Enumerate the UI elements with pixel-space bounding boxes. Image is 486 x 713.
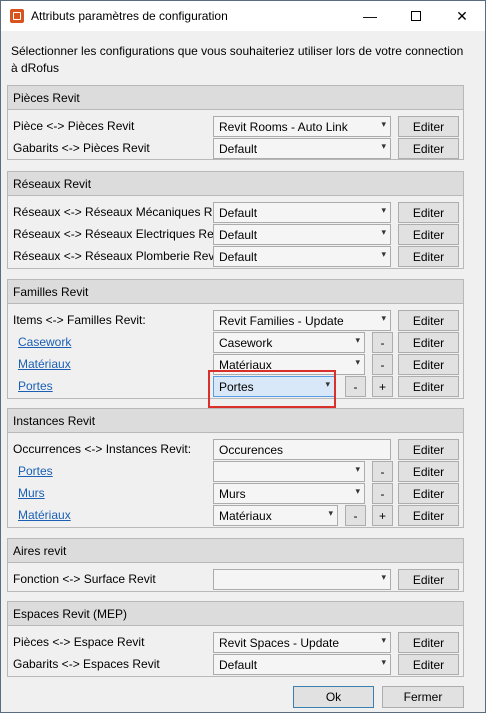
app-icon bbox=[10, 9, 24, 23]
group-title: Familles Revit bbox=[8, 280, 463, 304]
link-portes[interactable]: Portes bbox=[18, 379, 53, 393]
row-label: Gabarits <-> Espaces Revit bbox=[13, 657, 160, 671]
row-label: Pièce <-> Pièces Revit bbox=[13, 119, 135, 133]
config-select[interactable]: ▾ bbox=[213, 569, 391, 590]
chevron-down-icon: ▾ bbox=[381, 205, 386, 215]
edit-button[interactable]: Editer bbox=[398, 569, 459, 590]
row-label: Réseaux <-> Réseaux Mécaniques Revit bbox=[13, 205, 232, 219]
config-select[interactable]: Default ▾ bbox=[213, 202, 391, 223]
highlight-annotation bbox=[208, 370, 336, 408]
config-select[interactable]: Revit Spaces - Update ▾ bbox=[213, 632, 391, 653]
chevron-down-icon: ▾ bbox=[355, 335, 360, 345]
edit-button[interactable]: Editer bbox=[398, 246, 459, 267]
config-select[interactable]: Matériaux ▾ bbox=[213, 505, 338, 526]
chevron-down-icon: ▾ bbox=[381, 227, 386, 237]
chevron-down-icon: ▾ bbox=[381, 119, 386, 129]
edit-button[interactable]: Editer bbox=[398, 332, 459, 353]
group-aires-revit: Aires revit Fonction <-> Surface Revit ▾… bbox=[7, 538, 464, 592]
link-casework[interactable]: Casework bbox=[18, 335, 71, 349]
edit-button[interactable]: Editer bbox=[398, 632, 459, 653]
row-label: Fonction <-> Surface Revit bbox=[13, 572, 156, 586]
config-select[interactable]: Revit Rooms - Auto Link ▾ bbox=[213, 116, 391, 137]
config-select[interactable]: Occurences bbox=[213, 439, 391, 460]
group-title: Espaces Revit (MEP) bbox=[8, 602, 463, 626]
config-select[interactable]: Default ▾ bbox=[213, 138, 391, 159]
maximize-button[interactable] bbox=[393, 1, 439, 31]
close-dialog-button[interactable]: Fermer bbox=[382, 686, 464, 708]
group-reseaux-revit: Réseaux Revit Réseaux <-> Réseaux Mécani… bbox=[7, 171, 464, 269]
minimize-button[interactable]: — bbox=[347, 1, 393, 31]
edit-button[interactable]: Editer bbox=[398, 224, 459, 245]
chevron-down-icon: ▾ bbox=[355, 486, 360, 496]
row-label: Items <-> Familles Revit: bbox=[13, 313, 146, 327]
chevron-down-icon: ▾ bbox=[381, 657, 386, 667]
edit-button[interactable]: Editer bbox=[398, 202, 459, 223]
window-title: Attributs paramètres de configuration bbox=[31, 9, 228, 23]
config-select[interactable]: Default ▾ bbox=[213, 224, 391, 245]
config-select[interactable]: Revit Families - Update ▾ bbox=[213, 310, 391, 331]
chevron-down-icon: ▾ bbox=[355, 464, 360, 474]
close-button[interactable]: ✕ bbox=[439, 1, 485, 31]
add-button[interactable]: + bbox=[372, 505, 393, 526]
row-label: Réseaux <-> Réseaux Plomberie Revit bbox=[13, 249, 221, 263]
dialog-window: Attributs paramètres de configuration — … bbox=[0, 0, 486, 713]
edit-button[interactable]: Editer bbox=[398, 439, 459, 460]
intro-text: Sélectionner les configurations que vous… bbox=[11, 44, 464, 75]
group-pieces-revit: Pièces Revit Pièce <-> Pièces Revit Revi… bbox=[7, 85, 464, 160]
chevron-down-icon: ▾ bbox=[381, 249, 386, 259]
config-select[interactable]: ▾ bbox=[213, 461, 365, 482]
link-portes[interactable]: Portes bbox=[18, 464, 53, 478]
edit-button[interactable]: Editer bbox=[398, 138, 459, 159]
edit-button[interactable]: Editer bbox=[398, 116, 459, 137]
edit-button[interactable]: Editer bbox=[398, 376, 459, 397]
group-title: Aires revit bbox=[8, 539, 463, 563]
chevron-down-icon: ▾ bbox=[381, 141, 386, 151]
link-materiaux[interactable]: Matériaux bbox=[18, 508, 71, 522]
group-instances-revit: Instances Revit Occurrences <-> Instance… bbox=[7, 408, 464, 528]
title-bar: Attributs paramètres de configuration — … bbox=[1, 1, 485, 31]
maximize-icon bbox=[411, 11, 421, 21]
link-murs[interactable]: Murs bbox=[18, 486, 45, 500]
remove-button[interactable]: - bbox=[372, 461, 393, 482]
group-espaces-revit: Espaces Revit (MEP) Pièces <-> Espace Re… bbox=[7, 601, 464, 677]
edit-button[interactable]: Editer bbox=[398, 310, 459, 331]
remove-button[interactable]: - bbox=[372, 332, 393, 353]
row-label: Gabarits <-> Pièces Revit bbox=[13, 141, 150, 155]
link-materiaux[interactable]: Matériaux bbox=[18, 357, 71, 371]
edit-button[interactable]: Editer bbox=[398, 654, 459, 675]
edit-button[interactable]: Editer bbox=[398, 483, 459, 504]
chevron-down-icon: ▾ bbox=[381, 313, 386, 323]
config-select[interactable]: Casework ▾ bbox=[213, 332, 365, 353]
config-select[interactable]: Default ▾ bbox=[213, 246, 391, 267]
ok-button[interactable]: Ok bbox=[293, 686, 374, 708]
edit-button[interactable]: Editer bbox=[398, 461, 459, 482]
chevron-down-icon: ▾ bbox=[328, 508, 333, 518]
chevron-down-icon: ▾ bbox=[381, 572, 386, 582]
group-title: Réseaux Revit bbox=[8, 172, 463, 196]
group-title: Pièces Revit bbox=[8, 86, 463, 110]
remove-button[interactable]: - bbox=[345, 505, 366, 526]
remove-button[interactable]: - bbox=[372, 483, 393, 504]
edit-button[interactable]: Editer bbox=[398, 354, 459, 375]
row-label: Occurrences <-> Instances Revit: bbox=[13, 442, 192, 456]
edit-button[interactable]: Editer bbox=[398, 505, 459, 526]
remove-button[interactable]: - bbox=[372, 354, 393, 375]
chevron-down-icon: ▾ bbox=[381, 635, 386, 645]
chevron-down-icon: ▾ bbox=[355, 357, 360, 367]
remove-button[interactable]: - bbox=[345, 376, 366, 397]
row-label: Pièces <-> Espace Revit bbox=[13, 635, 145, 649]
add-button[interactable]: + bbox=[372, 376, 393, 397]
config-select[interactable]: Default ▾ bbox=[213, 654, 391, 675]
config-select[interactable]: Murs ▾ bbox=[213, 483, 365, 504]
row-label: Réseaux <-> Réseaux Electriques Revit bbox=[13, 227, 226, 241]
group-title: Instances Revit bbox=[8, 409, 463, 433]
